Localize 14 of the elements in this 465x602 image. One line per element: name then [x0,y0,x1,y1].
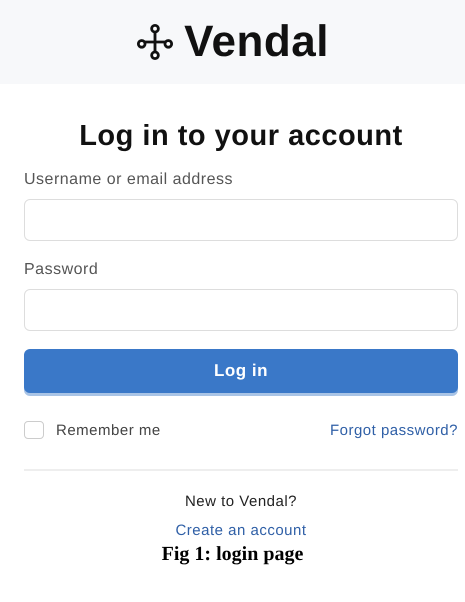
brand-name: Vendal [184,17,329,67]
create-account-link[interactable]: Create an account [175,522,307,539]
signup-prompt: New to Vendal? [184,493,298,510]
checkbox-label: Remember me [56,422,161,438]
forgot-password-link[interactable]: Forgot password? [330,422,458,438]
checkbox[interactable] [24,421,44,439]
input-field[interactable] [24,199,458,241]
input-field[interactable] [24,289,458,331]
field-label: Password [24,261,98,279]
figure-caption: Fig 1: login page [160,543,304,566]
node-graph-icon [136,23,174,61]
login-button[interactable]: Log in [24,349,458,393]
field-label: Username or email address [24,171,234,189]
page-title: Log in to your account [79,120,403,153]
